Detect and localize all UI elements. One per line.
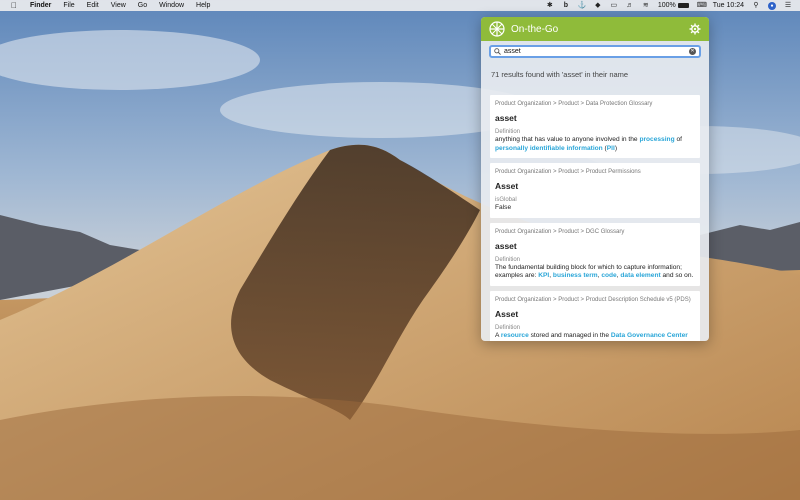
b-status-icon[interactable]: b — [562, 2, 570, 10]
menu-help[interactable]: Help — [196, 2, 210, 9]
result-term[interactable]: asset — [495, 241, 695, 251]
menu-window[interactable]: Window — [159, 2, 184, 9]
result-attribute-value: A resource stored and managed in the Dat… — [495, 332, 695, 341]
spotlight-icon[interactable]: ⚲ — [752, 2, 760, 10]
result-attribute-label: isGlobal — [495, 197, 517, 204]
result-value-text: ) — [614, 144, 618, 152]
result-term-link[interactable]: PII — [607, 145, 615, 152]
result-breadcrumb: Product Organization > Product > Product… — [495, 169, 641, 176]
settings-gear-icon[interactable] — [689, 23, 701, 35]
results-list: Product Organization > Product > Data Pr… — [490, 95, 700, 341]
result-term-link[interactable]: KPI — [538, 272, 549, 279]
result-term-link[interactable]: Data Governance Center — [611, 332, 688, 339]
result-breadcrumb: Product Organization > Product > Data Pr… — [495, 101, 653, 107]
result-value-text: anything that has value to anyone involv… — [495, 136, 640, 143]
result-attribute-label: Definition — [495, 129, 521, 135]
result-term-link[interactable]: processing — [639, 136, 674, 143]
results-count: 71 results found with 'asset' in their n… — [491, 70, 629, 79]
result-term-link[interactable]: business term — [553, 272, 598, 279]
result-attribute-label: Definition — [495, 256, 521, 263]
result-term-link[interactable]: personally identifiable information — [495, 145, 603, 152]
result-card[interactable]: Product Organization > Product > DGC Glo… — [490, 222, 700, 286]
notification-center-icon[interactable]: ☰ — [784, 2, 792, 10]
input-source-icon[interactable]: ⌨ — [697, 2, 707, 10]
result-card[interactable]: Product Organization > Product > Data Pr… — [490, 95, 700, 159]
battery-status[interactable]: 100% — [658, 2, 689, 9]
result-attribute-value: The fundamental building block for which… — [495, 264, 695, 281]
panel-title: On-the-Go — [511, 23, 559, 35]
dropbox-status-icon[interactable]: ◆ — [594, 2, 602, 10]
result-term[interactable]: Asset — [495, 181, 695, 191]
result-attribute-value: False — [495, 204, 695, 213]
user-avatar-icon[interactable]: ● — [768, 1, 776, 10]
result-term-link[interactable]: code — [601, 272, 616, 279]
result-attribute-label: Definition — [495, 324, 521, 331]
result-breadcrumb: Product Organization > Product > DGC Glo… — [495, 228, 625, 235]
wifi-icon[interactable]: ≋ — [642, 2, 650, 10]
search-icon — [494, 48, 501, 55]
menu-edit[interactable]: Edit — [87, 2, 99, 9]
battery-icon — [677, 3, 689, 8]
on-the-go-panel: On-the-Go ✕ 71 results found with 'asset… — [481, 17, 709, 341]
menu-file[interactable]: File — [63, 2, 74, 9]
apple-menu-icon[interactable]:  — [10, 1, 18, 10]
result-value-text: of — [674, 136, 682, 143]
result-term-link[interactable]: resource — [501, 332, 529, 339]
result-term-link[interactable]: data element — [620, 272, 660, 279]
result-card[interactable]: Product Organization > Product > Product… — [490, 163, 700, 218]
menu-go[interactable]: Go — [138, 2, 147, 9]
search-box: ✕ — [489, 45, 701, 58]
airplay-icon[interactable]: ▭ — [610, 2, 618, 10]
result-breadcrumb: Product Organization > Product > Product… — [495, 296, 691, 303]
menu-finder[interactable]: Finder — [30, 2, 51, 9]
collibra-logo-icon — [489, 21, 505, 37]
panel-header: On-the-Go — [481, 17, 709, 41]
on-the-go-status-icon[interactable]: ✱ — [546, 2, 554, 10]
menu-bar:  Finder File Edit View Go Window Help ✱… — [0, 0, 800, 11]
result-attribute-value: anything that has value to anyone involv… — [495, 136, 695, 153]
menu-view[interactable]: View — [111, 2, 126, 9]
battery-percent: 100% — [657, 2, 676, 9]
result-value-text: stored and managed in the — [528, 331, 611, 339]
search-input[interactable] — [504, 47, 689, 56]
clock[interactable]: Tue 10:24 — [713, 2, 744, 9]
result-value-text: and so on. — [660, 272, 694, 280]
result-card[interactable]: Product Organization > Product > Product… — [490, 290, 700, 341]
result-term[interactable]: Asset — [495, 309, 695, 319]
volume-icon[interactable]: ♬ — [626, 2, 634, 10]
result-term[interactable]: asset — [495, 113, 695, 123]
clear-search-icon[interactable]: ✕ — [689, 48, 696, 55]
docker-status-icon[interactable]: ⚓ — [578, 2, 587, 10]
result-value-text: False — [495, 204, 512, 212]
